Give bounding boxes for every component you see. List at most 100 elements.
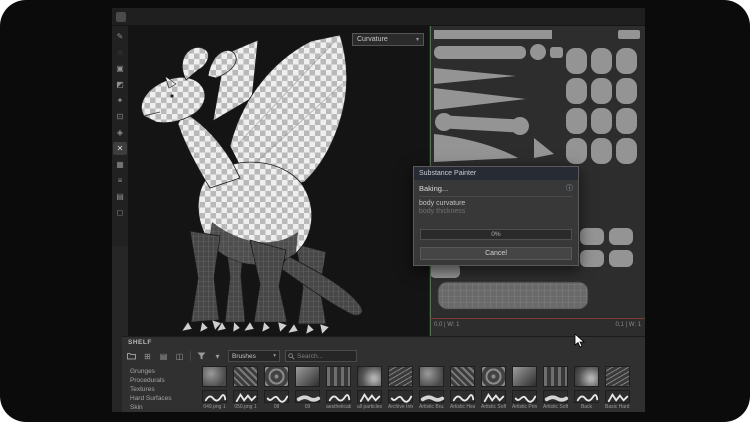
material-picker-tool-icon[interactable]: ◈ (113, 126, 127, 139)
channel-selector-value: Curvature (357, 36, 388, 43)
folder-icon[interactable] (126, 351, 137, 362)
brush-label: Artistic Soft... (481, 404, 506, 410)
uv-coordinate-label-left: 0,0 | W: 1 (434, 322, 459, 328)
brush-label: Artistic Prin... (512, 404, 537, 410)
texture-thumbnail[interactable] (357, 366, 382, 387)
filter-funnel-icon[interactable] (196, 351, 207, 362)
brush-item[interactable]: Archive Inte... (388, 390, 413, 410)
brush-item[interactable]: 09 (295, 390, 320, 410)
shelf-filter-dropdown[interactable]: Brushes ▾ (228, 350, 280, 362)
shelf-category-list: Grunges Procedurals Textures Hard Surfac… (126, 367, 200, 412)
app-logo (116, 12, 126, 22)
cancel-button-label: Cancel (485, 250, 507, 257)
brush-item[interactable]: Artistic Soft... (543, 390, 568, 410)
display-settings-icon[interactable]: ▤ (113, 190, 127, 203)
mouse-cursor (574, 334, 586, 348)
symmetry-tool-icon[interactable]: ✕ (113, 142, 127, 155)
filter-chevron-icon[interactable]: ▾ (212, 351, 223, 362)
shelf-thumbnail-grid: 049.png 1 050.png 1 08 09 aestheticab...… (202, 366, 642, 410)
brush-item[interactable]: aestheticab... (326, 390, 351, 410)
shelf-filter-value: Brushes (232, 353, 256, 360)
projection-tool-icon[interactable]: ▣ (113, 62, 127, 75)
brush-item[interactable]: 08 (264, 390, 289, 410)
shelf-panel: SHELF ⊞ ▤ ◫ ▾ Brushes ▾ (122, 336, 645, 412)
uv-coordinate-label-right: 0,1 | W: 1 (616, 322, 641, 328)
progress-bar: 0% (420, 229, 572, 240)
baking-queued-item: body thickness (414, 207, 578, 215)
uv-grid-guide-horizontal (430, 318, 645, 319)
grid-view-icon[interactable]: ⊞ (142, 351, 153, 362)
brush-label: aestheticab... (326, 404, 351, 410)
top-bar (112, 8, 645, 26)
chevron-down-icon: ▾ (416, 36, 419, 43)
brush-item[interactable]: Artistic Bru... (419, 390, 444, 410)
brush-label: Archive Inte... (388, 404, 413, 410)
shelf-category-procedurals[interactable]: Procedurals (126, 376, 200, 385)
brush-label: 049.png 1 (202, 404, 227, 410)
texture-thumbnail[interactable] (388, 366, 413, 387)
brush-label: Artistic Bru... (419, 404, 444, 410)
viewer-settings-icon[interactable]: ≡ (113, 174, 127, 187)
texture-thumbnail[interactable] (419, 366, 444, 387)
texture-thumbnail[interactable] (202, 366, 227, 387)
dragon-model (128, 26, 429, 336)
brush-label: Artistic Soft... (543, 404, 568, 410)
progress-percentage: 0% (491, 231, 500, 238)
texture-thumbnail[interactable] (543, 366, 568, 387)
paint-brush-tool-icon[interactable]: ✎ (113, 30, 127, 43)
brush-label: 08 (264, 404, 289, 410)
baking-current-item: body curvature (414, 198, 578, 207)
brush-label: Artistic Hea... (450, 404, 475, 410)
search-input[interactable] (297, 353, 354, 360)
brush-thumbnail-row: 049.png 1 050.png 1 08 09 aestheticab...… (202, 390, 642, 410)
texture-thumbnail[interactable] (450, 366, 475, 387)
quick-mask-tool-icon[interactable]: ▦ (113, 158, 127, 171)
brush-item[interactable]: Artistic Soft... (481, 390, 506, 410)
viewport-3d[interactable]: Curvature ▾ (128, 26, 429, 336)
texture-thumbnail[interactable] (264, 366, 289, 387)
shelf-category-skin[interactable]: Skin (126, 403, 200, 412)
brush-label: 050.png 1 (233, 404, 258, 410)
toolbar-separator (190, 351, 191, 361)
smudge-tool-icon[interactable]: ✦ (113, 94, 127, 107)
split-view-icon[interactable]: ◫ (174, 351, 185, 362)
texture-thumbnail[interactable] (605, 366, 630, 387)
brush-item[interactable]: 050.png 1 (233, 390, 258, 410)
device-frame: ✎ ◌ ▣ ◩ ✦ ⊡ ◈ ✕ ▦ ≡ ▤ ◻ (0, 0, 750, 422)
texture-thumbnail[interactable] (481, 366, 506, 387)
dialog-divider (419, 196, 573, 197)
brush-label: all particles (357, 404, 382, 410)
texture-thumbnail[interactable] (512, 366, 537, 387)
texture-thumbnail[interactable] (233, 366, 258, 387)
shelf-toolbar: ⊞ ▤ ◫ ▾ Brushes ▾ (122, 348, 645, 364)
cancel-button[interactable]: Cancel (420, 247, 572, 260)
shelf-category-hard-surfaces[interactable]: Hard Surfaces (126, 394, 200, 403)
clone-tool-icon[interactable]: ⊡ (113, 110, 127, 123)
shelf-category-textures[interactable]: Textures (126, 385, 200, 394)
list-view-icon[interactable]: ▤ (158, 351, 169, 362)
brush-label: Basic Hard... (605, 404, 630, 410)
brush-label: 09 (295, 404, 320, 410)
shader-settings-icon[interactable]: ◻ (113, 206, 127, 219)
baking-status-text: Baking... (419, 184, 448, 193)
brush-label: Back (574, 404, 599, 410)
shelf-search[interactable] (285, 350, 357, 362)
chevron-down-icon: ▾ (273, 353, 276, 359)
texture-thumbnail[interactable] (295, 366, 320, 387)
channel-selector-dropdown[interactable]: Curvature ▾ (352, 33, 424, 46)
eraser-tool-icon[interactable]: ◌ (113, 46, 127, 59)
shelf-category-grunges[interactable]: Grunges (126, 367, 200, 376)
tool-sidebar: ✎ ◌ ▣ ◩ ✦ ⊡ ◈ ✕ ▦ ≡ ▤ ◻ (112, 26, 128, 246)
brush-item[interactable]: Artistic Hea... (450, 390, 475, 410)
brush-item[interactable]: all particles (357, 390, 382, 410)
brush-item[interactable]: Basic Hard... (605, 390, 630, 410)
polygon-fill-tool-icon[interactable]: ◩ (113, 78, 127, 91)
texture-thumbnail[interactable] (574, 366, 599, 387)
baking-progress-dialog: Substance Painter Baking... ⓘ body curva… (413, 166, 579, 266)
substance-painter-window: ✎ ◌ ▣ ◩ ✦ ⊡ ◈ ✕ ▦ ≡ ▤ ◻ (112, 8, 645, 412)
brush-item[interactable]: 049.png 1 (202, 390, 227, 410)
brush-item[interactable]: Back (574, 390, 599, 410)
texture-thumbnail[interactable] (326, 366, 351, 387)
dialog-title: Substance Painter (414, 167, 578, 180)
brush-item[interactable]: Artistic Prin... (512, 390, 537, 410)
